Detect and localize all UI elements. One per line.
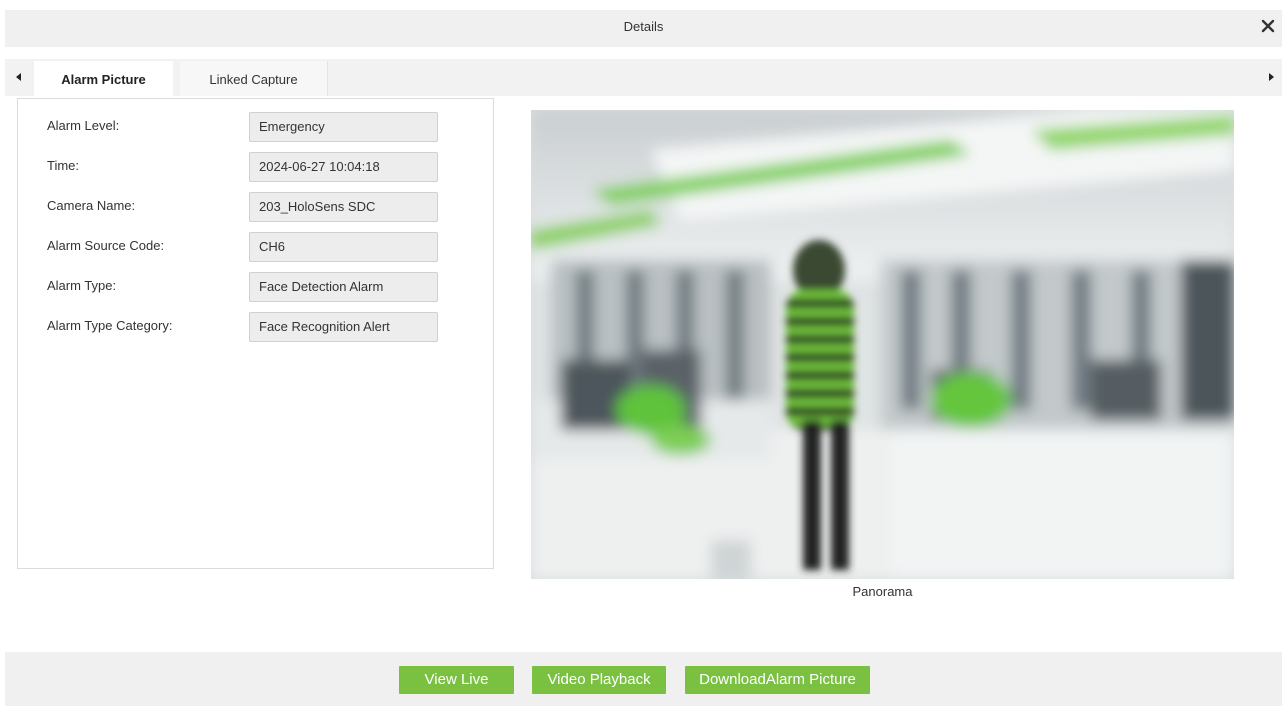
tab-linked-capture[interactable]: Linked Capture — [180, 61, 328, 96]
camera-name-field: 203_HoloSens SDC — [249, 192, 438, 222]
alarm-type-field: Face Detection Alarm — [249, 272, 438, 302]
picture-caption: Panorama — [852, 584, 913, 599]
video-playback-button[interactable]: Video Playback — [532, 666, 666, 694]
field-label: Alarm Level: — [47, 118, 120, 133]
scroll-right-icon[interactable] — [1266, 72, 1276, 82]
field-label: Time: — [47, 158, 80, 173]
alarm-info-panel: Alarm Level: Emergency Time: 2024-06-27 … — [17, 98, 494, 569]
scroll-left-icon[interactable] — [14, 72, 24, 82]
field-camera-name: Camera Name: 203_HoloSens SDC — [47, 192, 447, 222]
alarm-type-category-field: Face Recognition Alert — [249, 312, 438, 342]
alarm-picture-image[interactable] — [531, 110, 1234, 579]
field-alarm-source-code: Alarm Source Code: CH6 — [47, 232, 447, 262]
field-alarm-level: Alarm Level: Emergency — [47, 112, 447, 142]
tab-alarm-picture[interactable]: Alarm Picture — [34, 61, 173, 96]
alarm-source-code-field: CH6 — [249, 232, 438, 262]
time-field: 2024-06-27 10:04:18 — [249, 152, 438, 182]
field-label: Alarm Source Code: — [47, 238, 165, 253]
field-alarm-type: Alarm Type: Face Detection Alarm — [47, 272, 447, 302]
dialog-title: Details — [623, 19, 664, 34]
field-label: Alarm Type Category: — [47, 318, 173, 333]
close-icon[interactable] — [1260, 18, 1276, 34]
dialog-header: Details — [5, 10, 1282, 47]
download-alarm-picture-button[interactable]: DownloadAlarm Picture — [685, 666, 870, 694]
field-alarm-type-category: Alarm Type Category: Face Recognition Al… — [47, 312, 447, 342]
field-time: Time: 2024-06-27 10:04:18 — [47, 152, 447, 182]
alarm-level-field: Emergency — [249, 112, 438, 142]
view-live-button[interactable]: View Live — [399, 666, 514, 694]
field-label: Alarm Type: — [47, 278, 117, 293]
blurred-office-scene — [531, 110, 1234, 579]
dialog-footer: View Live Video Playback DownloadAlarm P… — [5, 652, 1282, 706]
tab-bar: Alarm Picture Linked Capture — [5, 59, 1282, 96]
field-label: Camera Name: — [47, 198, 136, 213]
